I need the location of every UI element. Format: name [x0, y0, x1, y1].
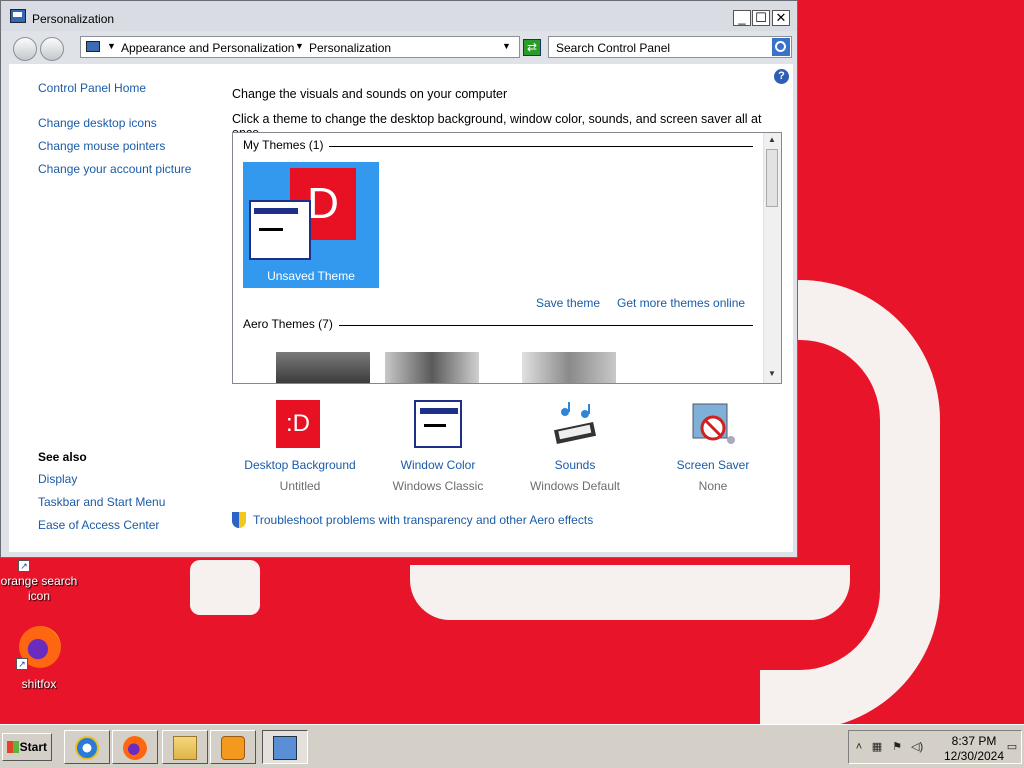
sounds-link[interactable]: Sounds: [500, 458, 650, 472]
windows-logo-icon: [7, 741, 19, 753]
taskbar-start-menu-link[interactable]: Taskbar and Start Menu: [38, 495, 165, 509]
system-tray: ˄ ▦ ⚑ ◁) 8:37 PM 12/30/2024 ▭: [848, 730, 1022, 764]
preview-title-bar: [420, 408, 458, 414]
start-label: Start: [19, 740, 47, 754]
chevron-down-icon[interactable]: ▼: [295, 41, 304, 51]
show-desktop-icon[interactable]: ▭: [1006, 741, 1018, 753]
aero-theme-thumbnail[interactable]: [385, 352, 479, 383]
minimize-button[interactable]: _: [733, 10, 751, 26]
aero-theme-thumbnail[interactable]: [276, 352, 370, 383]
clock-date[interactable]: 12/30/2024: [941, 749, 1007, 763]
back-button[interactable]: [13, 37, 37, 61]
control-panel-taskbar-button[interactable]: [262, 730, 308, 764]
get-more-themes-link[interactable]: Get more themes online: [617, 296, 745, 310]
control-panel-icon: [86, 41, 100, 52]
personalization-window: Personalization _ ☐ ✕ ▼ Appearance and P…: [0, 0, 798, 558]
preview-line: [424, 424, 446, 427]
desktop-icon-label[interactable]: shitfox: [0, 677, 84, 692]
desktop-background-icon: :D: [276, 400, 324, 448]
close-button[interactable]: ✕: [772, 10, 790, 26]
folder-icon: [173, 736, 197, 760]
taskbar: Start ˄ ▦ ⚑ ◁) 8:37 PM 12/30/2024 ▭: [0, 724, 1024, 768]
window-color-icon: [414, 400, 462, 448]
network-icon[interactable]: ▦: [871, 741, 883, 753]
aero-themes-label: Aero Themes (7): [243, 317, 339, 331]
sounds-item[interactable]: Sounds Windows Default: [500, 400, 650, 493]
refresh-button[interactable]: ⇄: [523, 39, 541, 56]
save-theme-link[interactable]: Save theme: [536, 296, 600, 310]
explorer-button[interactable]: [162, 730, 208, 764]
themes-scrollbar[interactable]: ▲ ▼: [763, 133, 781, 383]
display-link[interactable]: Display: [38, 472, 77, 486]
theme-name: Unsaved Theme: [267, 269, 355, 283]
window-color-link[interactable]: Window Color: [363, 458, 513, 472]
window-color-value: Windows Classic: [392, 479, 484, 493]
themes-list[interactable]: My Themes (1) D Unsaved Theme Save theme…: [232, 132, 782, 384]
firefox-icon: [123, 736, 147, 760]
sounds-value: Windows Default: [529, 479, 621, 493]
see-also-heading: See also: [38, 450, 87, 464]
desktop-background-link[interactable]: Desktop Background: [225, 458, 375, 472]
screen-saver-item[interactable]: Screen Saver None: [638, 400, 788, 493]
desktop-icon-label[interactable]: orange search icon: [0, 574, 84, 604]
media-player-button[interactable]: [210, 730, 256, 764]
search-icon[interactable]: [772, 38, 790, 56]
forward-button[interactable]: [40, 37, 64, 61]
address-dropdown-icon[interactable]: ▼: [502, 41, 511, 51]
desktop-background-value: Untitled: [279, 479, 321, 493]
search-input[interactable]: Search Control Panel: [548, 36, 792, 58]
window-title: Personalization: [32, 12, 115, 26]
sounds-icon: [551, 400, 599, 448]
desktop-background-item[interactable]: :D Desktop Background Untitled: [225, 400, 375, 493]
maximize-button[interactable]: ☐: [752, 10, 770, 26]
content-area: ? Control Panel Home Change desktop icon…: [9, 64, 793, 552]
my-themes-label: My Themes (1): [243, 138, 330, 152]
media-player-icon: [221, 736, 245, 760]
breadcrumb-item[interactable]: Appearance and Personalization: [121, 41, 294, 55]
control-panel-home-link[interactable]: Control Panel Home: [38, 81, 146, 95]
scroll-down-icon[interactable]: ▼: [766, 369, 778, 381]
change-mouse-pointers-link[interactable]: Change mouse pointers: [38, 139, 165, 153]
navigation-bar: ▼ Appearance and Personalization ▼ Perso…: [9, 32, 793, 64]
flag-icon[interactable]: ⚑: [891, 741, 903, 753]
scroll-up-icon[interactable]: ▲: [766, 135, 778, 147]
internet-explorer-icon: [75, 736, 99, 760]
chevron-down-icon[interactable]: ▼: [107, 41, 116, 51]
help-icon[interactable]: ?: [774, 69, 789, 84]
screen-saver-link[interactable]: Screen Saver: [638, 458, 788, 472]
change-desktop-icons-link[interactable]: Change desktop icons: [38, 116, 157, 130]
shortcut-arrow-icon: ↗: [18, 560, 30, 572]
desktop-background-thumbnail: :D: [276, 400, 320, 448]
theme-window-preview: [249, 200, 311, 260]
change-account-picture-link[interactable]: Change your account picture: [38, 162, 191, 176]
volume-icon[interactable]: ◁): [911, 741, 923, 753]
title-bar[interactable]: Personalization _ ☐ ✕: [1, 1, 797, 31]
start-button[interactable]: Start: [2, 733, 52, 761]
clock-time[interactable]: 8:37 PM: [949, 734, 999, 748]
shortcut-arrow-icon: ↗: [16, 658, 28, 670]
shield-icon: [232, 512, 246, 528]
breadcrumb-item[interactable]: Personalization: [309, 41, 391, 55]
troubleshoot-link[interactable]: Troubleshoot problems with transparency …: [253, 513, 593, 527]
scrollbar-thumb[interactable]: [766, 149, 778, 207]
page-title: Change the visuals and sounds on your co…: [232, 87, 508, 101]
window-color-item[interactable]: Window Color Windows Classic: [363, 400, 513, 493]
search-placeholder: Search Control Panel: [556, 41, 671, 55]
address-bar[interactable]: ▼ Appearance and Personalization ▼ Perso…: [80, 36, 520, 58]
preview-line: [259, 228, 283, 231]
wallpaper-shape: [190, 560, 260, 615]
theme-unsaved[interactable]: D Unsaved Theme: [243, 162, 379, 288]
screen-saver-value: None: [698, 479, 728, 493]
control-panel-icon: [10, 9, 26, 23]
ease-of-access-link[interactable]: Ease of Access Center: [38, 518, 159, 532]
screen-saver-icon: [689, 400, 737, 448]
preview-title-bar: [254, 208, 298, 214]
firefox-button[interactable]: [112, 730, 158, 764]
aero-theme-thumbnail[interactable]: [522, 352, 616, 383]
control-panel-icon: [273, 736, 297, 760]
chevron-up-icon[interactable]: ˄: [853, 741, 865, 753]
internet-explorer-button[interactable]: [64, 730, 110, 764]
